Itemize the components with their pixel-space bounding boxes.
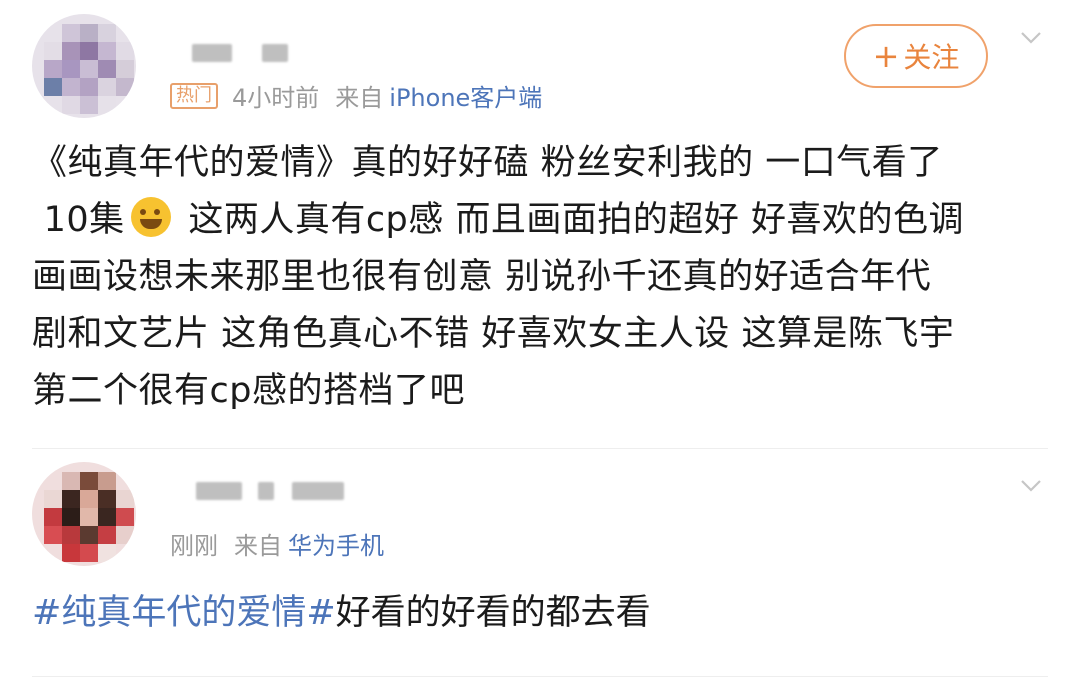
- follow-button[interactable]: + 关注: [844, 24, 988, 88]
- post-content: 《纯真年代的爱情》真的好好磕 粉丝安利我的 一口气看了 10集 这两人真有cp感…: [32, 135, 1042, 420]
- source-prefix: 来自: [335, 84, 384, 112]
- content-line: 画画设想未来那里也很有创意 别说孙千还真的好适合年代: [32, 257, 932, 297]
- plus-icon: +: [872, 37, 900, 75]
- source-device[interactable]: 华为手机: [288, 526, 384, 561]
- hot-badge: 热门: [170, 82, 218, 109]
- source-client[interactable]: iPhone客户端: [389, 78, 542, 113]
- hashtag-link[interactable]: #纯真年代的爱情#: [32, 593, 336, 633]
- content-line: 10集 这两人真有cp感 而且画面拍的超好 好喜欢的色调: [32, 192, 1042, 249]
- content-line: 剧和文艺片 这角色真心不错 好喜欢女主人设 这算是陈飞宇: [32, 314, 955, 354]
- content-segment: 10集: [43, 200, 125, 240]
- follow-label: 关注: [903, 41, 960, 74]
- post-divider: [32, 448, 1048, 449]
- post-meta: 热门 4小时前 来自 iPhone客户端: [170, 78, 542, 113]
- weibo-post-1: 热门 4小时前 来自 iPhone客户端 + 关注 《纯真年代的爱情》真的好好磕…: [0, 0, 1080, 440]
- post-text: 好看的好看的都去看: [335, 593, 651, 633]
- post-meta: 刚刚 来自 华为手机: [170, 526, 384, 561]
- post-time: 4小时前: [232, 84, 320, 112]
- content-line: 《纯真年代的爱情》真的好好磕 粉丝安利我的 一口气看了: [32, 143, 943, 183]
- avatar[interactable]: [32, 14, 136, 118]
- content-segment: 这两人真有cp感 而且画面拍的超好 好喜欢的色调: [176, 200, 965, 240]
- chevron-down-icon[interactable]: [1020, 26, 1042, 48]
- content-line: 第二个很有cp感的搭档了吧: [32, 371, 465, 411]
- weibo-post-2: #纯真年代的爱情#好看的好看的都去看: [0, 452, 1080, 688]
- laughing-emoji-icon: [130, 197, 171, 237]
- username-obscured[interactable]: [192, 44, 302, 62]
- chevron-down-icon[interactable]: [1020, 474, 1042, 496]
- avatar[interactable]: [32, 462, 136, 566]
- bottom-divider: [32, 676, 1048, 677]
- source-prefix: 来自: [234, 532, 282, 560]
- post-time: 刚刚: [170, 532, 218, 560]
- username-obscured[interactable]: [196, 482, 356, 500]
- post-content: #纯真年代的爱情#好看的好看的都去看: [32, 588, 651, 638]
